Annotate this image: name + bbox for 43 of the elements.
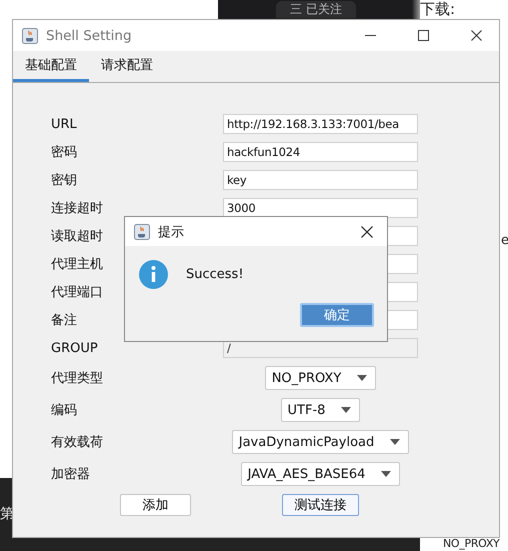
action-button[interactable]: 测试连接	[282, 494, 359, 516]
dropdown[interactable]: JAVA_AES_BASE64	[240, 462, 400, 486]
field-label: 代理端口	[51, 284, 103, 301]
field-label: 有效载荷	[51, 434, 103, 451]
maximize-icon	[418, 30, 429, 41]
field-label: 读取超时	[51, 228, 103, 245]
download-label: 下载:	[420, 0, 456, 18]
field-label: 密码	[51, 144, 77, 161]
caret-icon	[341, 407, 352, 413]
field-label: 代理类型	[51, 370, 103, 387]
tab[interactable]: 基础配置	[13, 51, 89, 82]
close-icon	[361, 226, 373, 238]
input-field[interactable]: 3000	[223, 198, 418, 218]
background-text: NO_PROXY	[443, 537, 500, 550]
dialog-message: Success!	[186, 267, 244, 282]
caret-icon	[390, 439, 400, 445]
field-label: 密钥	[51, 172, 77, 189]
coffee-cup-icon	[22, 28, 38, 44]
info-icon	[139, 260, 168, 289]
ok-button[interactable]: 确定	[300, 303, 374, 327]
close-icon	[471, 30, 482, 41]
action-button[interactable]: 添加	[120, 494, 191, 516]
window-title: Shell Setting	[46, 28, 133, 44]
input-field[interactable]: hackfun1024	[223, 142, 418, 162]
field-label: 加密器	[51, 466, 90, 483]
field-label: GROUP	[51, 340, 98, 356]
input-field[interactable]: key	[223, 170, 418, 190]
field-label: 代理主机	[51, 256, 103, 273]
field-label: URL	[51, 116, 77, 132]
tab[interactable]: 请求配置	[89, 51, 165, 82]
dropdown[interactable]: NO_PROXY	[264, 366, 376, 390]
follow-button[interactable]: 三 已关注	[276, 1, 356, 18]
input-field[interactable]: http://192.168.3.133:7001/bea	[223, 114, 418, 134]
text-fragment: e	[501, 233, 508, 249]
coffee-cup-icon	[134, 224, 150, 240]
field-label: 备注	[51, 312, 77, 329]
field-label: 编码	[51, 402, 77, 419]
caret-icon	[357, 375, 368, 381]
field-label: 连接超时	[51, 200, 103, 217]
dropdown[interactable]: UTF-8	[280, 398, 360, 422]
caret-icon	[381, 471, 392, 477]
dialog-title: 提示	[158, 224, 185, 240]
dropdown[interactable]: JavaDynamicPayload	[232, 430, 410, 454]
